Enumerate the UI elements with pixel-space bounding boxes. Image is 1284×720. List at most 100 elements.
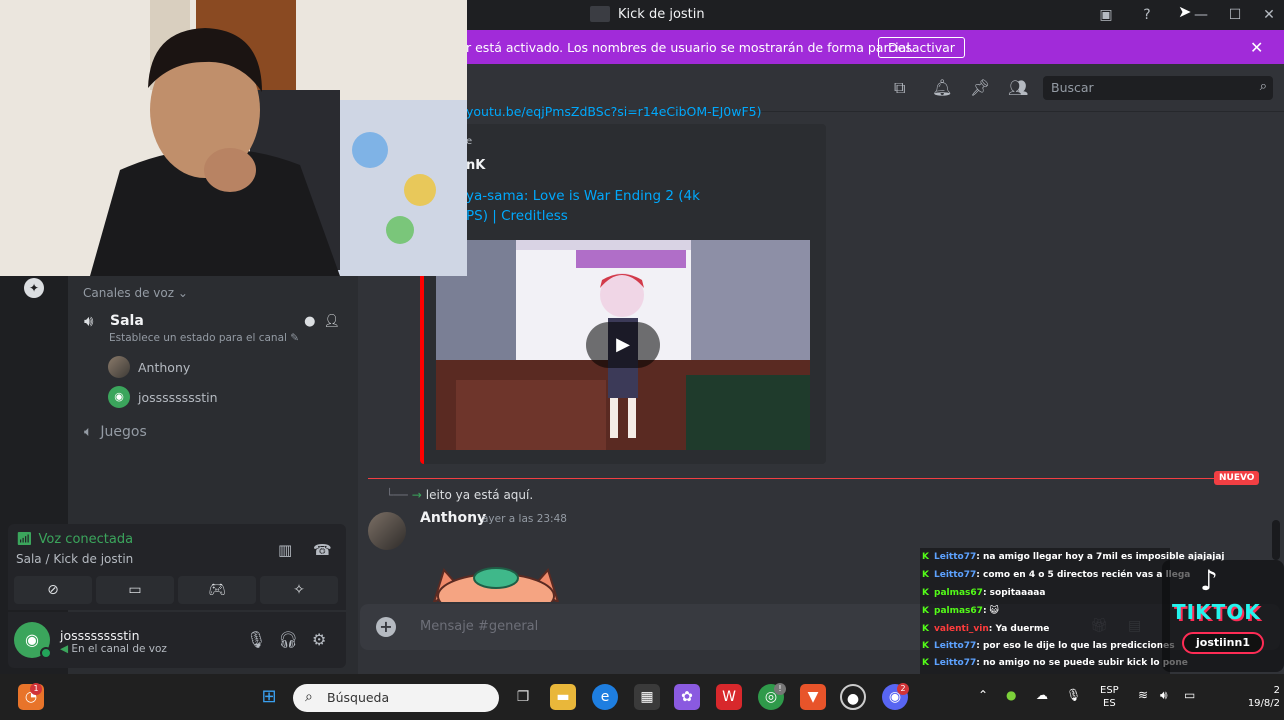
deactivate-button[interactable]: Desactivar [878, 37, 965, 58]
message-author-name[interactable]: Anthony [420, 510, 486, 526]
chevron-down-icon: ⌄ [177, 286, 188, 300]
soundboard-icon: ✧ [293, 582, 305, 598]
add-attachment-icon[interactable]: + [376, 617, 396, 637]
message-timestamp: ayer a las 23:48 [482, 513, 567, 525]
arrow-right-icon: → [411, 488, 422, 502]
task-view-icon[interactable]: ❐ [510, 684, 536, 710]
message-link[interactable]: youtu.be/eqjPmsZdBSc?si=r14eCibOM-EJ0wF5… [466, 104, 761, 119]
cloud-off-icon[interactable]: ☁ [1036, 688, 1048, 702]
window-title: Kick de jostin [590, 6, 705, 22]
screen-share-button[interactable]: ▭ [96, 576, 174, 604]
app-icon [590, 6, 610, 22]
user-name[interactable]: josssssssstin [60, 628, 140, 643]
copilot-icon[interactable]: ✿ [674, 684, 700, 710]
taskbar-search-input[interactable]: ⌕ Búsqueda [293, 684, 499, 712]
close-window-button[interactable]: ✕ [1254, 4, 1284, 26]
brave-browser-icon[interactable]: ▼ [800, 684, 826, 710]
file-explorer-icon[interactable]: ▬ [550, 684, 576, 710]
notification-badge: 1 [30, 683, 42, 695]
stream-chat-line: Kvalenti_vin: Ya duerme [922, 621, 1049, 637]
invite-user-icon[interactable]: 👤︎ [323, 314, 340, 329]
wifi-icon[interactable]: ≋ [1138, 688, 1148, 702]
message-input-placeholder: Mensaje #general [420, 619, 539, 634]
chevron-up-icon[interactable]: ⌃ [978, 688, 988, 702]
embed-title[interactable]: ya-sama: Love is War Ending 2 (4k PS) | … [466, 186, 806, 226]
user-status: ◀ En el canal de voz [60, 643, 167, 655]
kick-icon: K [922, 641, 929, 651]
message-sticker[interactable] [430, 566, 562, 602]
search-input[interactable]: Buscar ⌕ [1043, 76, 1273, 100]
maximize-button[interactable]: ☐ [1220, 4, 1250, 26]
voice-member-name: josssssssstin [138, 389, 218, 405]
speaker-icon: 🔊︎ [84, 312, 94, 330]
tiktok-logo-icon: ♪ [1200, 564, 1218, 597]
camera-off-icon: ⊘ [47, 582, 59, 598]
stream-chat-line: Kpalmas67: sopitaaaaa [922, 585, 1045, 601]
edge-browser-icon[interactable]: e [592, 684, 618, 710]
window-title-text: Kick de jostin [618, 6, 705, 22]
gear-icon[interactable]: ⚙ [312, 630, 326, 649]
play-icon: ▶ [616, 334, 630, 355]
category-voice-channels[interactable]: Canales de voz ⌄ [83, 286, 188, 300]
microphone-tray-icon[interactable]: 🎙︎ [1066, 688, 1081, 702]
play-button[interactable]: ▶ [586, 322, 660, 368]
banner-close-icon[interactable]: ✕ [1250, 38, 1263, 57]
headphones-icon[interactable]: 🎧︎ [278, 630, 298, 649]
voice-member-jostin[interactable]: ◉ josssssssstin [108, 386, 218, 408]
embed-title-line-1: ya-sama: Love is War Ending 2 (4k [466, 188, 700, 204]
taskbar-clock[interactable]: 2 19/8/2 [1214, 684, 1280, 710]
help-icon[interactable]: ? [1138, 6, 1156, 24]
disconnect-icon[interactable]: ☎ [313, 541, 332, 559]
channel-status-hint[interactable]: Establece un estado para el canal ✎ [109, 332, 299, 344]
message-author-avatar[interactable] [368, 512, 406, 550]
chat-scrollbar[interactable] [1272, 520, 1280, 560]
noise-suppression-icon[interactable]: ▥ [278, 541, 292, 559]
camera-off-button[interactable]: ⊘ [14, 576, 92, 604]
voice-member-name: Anthony [138, 359, 191, 375]
new-messages-divider [368, 478, 1254, 479]
tray-app-icon[interactable]: ● [1006, 688, 1016, 702]
reply-line: └── [386, 488, 408, 502]
tiktok-username: jostiinn1 [1182, 632, 1264, 654]
kick-icon: K [922, 658, 929, 668]
battery-icon[interactable]: ▭ [1184, 688, 1195, 702]
stream-chat-line: K Leitto77: no amigo no se puede subir ki… [922, 655, 1188, 671]
voice-member-anthony[interactable]: Anthony [108, 356, 190, 378]
soundboard-button[interactable]: ✧ [260, 576, 338, 604]
embed-title-line-2: PS) | Creditless [466, 208, 568, 224]
inbox-icon[interactable]: ▣ [1097, 6, 1115, 24]
volume-icon[interactable]: 🔊︎ [1160, 688, 1168, 703]
screen-share-icon: ▭ [128, 582, 142, 598]
online-status-dot [40, 647, 52, 659]
voice-channel-juegos[interactable]: 🔈︎ Juegos [84, 424, 147, 440]
windows-start-icon[interactable]: ⊞ [256, 684, 282, 710]
discover-icon[interactable]: ✦ [24, 278, 44, 298]
mouse-cursor-icon: ➤ [1178, 2, 1192, 21]
wps-office-icon[interactable]: W [716, 684, 742, 710]
webcam-overlay [0, 0, 467, 276]
voice-status-icon: ◀ [60, 643, 69, 655]
voice-channel-name: Juegos [100, 424, 147, 440]
new-badge: NUEVO [1214, 471, 1260, 485]
microphone-icon[interactable]: 🎙︎ [246, 630, 266, 649]
bell-icon[interactable]: 🔔︎ [932, 78, 952, 97]
member-list-icon[interactable]: 👥︎ [1008, 78, 1028, 97]
store-icon[interactable]: ▦ [634, 684, 660, 710]
pin-icon[interactable]: 📌︎ [970, 78, 990, 97]
chat-bubble-icon[interactable]: ● [304, 314, 315, 329]
activities-button[interactable]: 🎮︎ [178, 576, 256, 604]
threads-icon[interactable]: ⧉ [894, 78, 905, 98]
stream-chat-line: Kpalmas67: 😺 [922, 603, 999, 619]
tiktok-brand: TIKTOK [1172, 600, 1261, 624]
stream-chat-line: K Leitto77: como en 4 o 5 directos recién… [922, 567, 1190, 583]
search-icon: ⌕ [305, 689, 313, 705]
search-icon: ⌕ [1259, 79, 1267, 94]
voice-channel-name: Sala [110, 313, 144, 329]
obs-icon[interactable]: ● [840, 684, 866, 710]
language-indicator[interactable]: ESP ES [1100, 684, 1119, 710]
embed-author[interactable]: nK [466, 158, 485, 173]
voice-channel-sala[interactable]: 🔊︎ Sala ● 👤︎ [84, 310, 340, 332]
voice-connected-location[interactable]: Sala / Kick de jostin [16, 552, 133, 566]
avatar [108, 356, 130, 378]
kick-icon: K [922, 588, 929, 598]
